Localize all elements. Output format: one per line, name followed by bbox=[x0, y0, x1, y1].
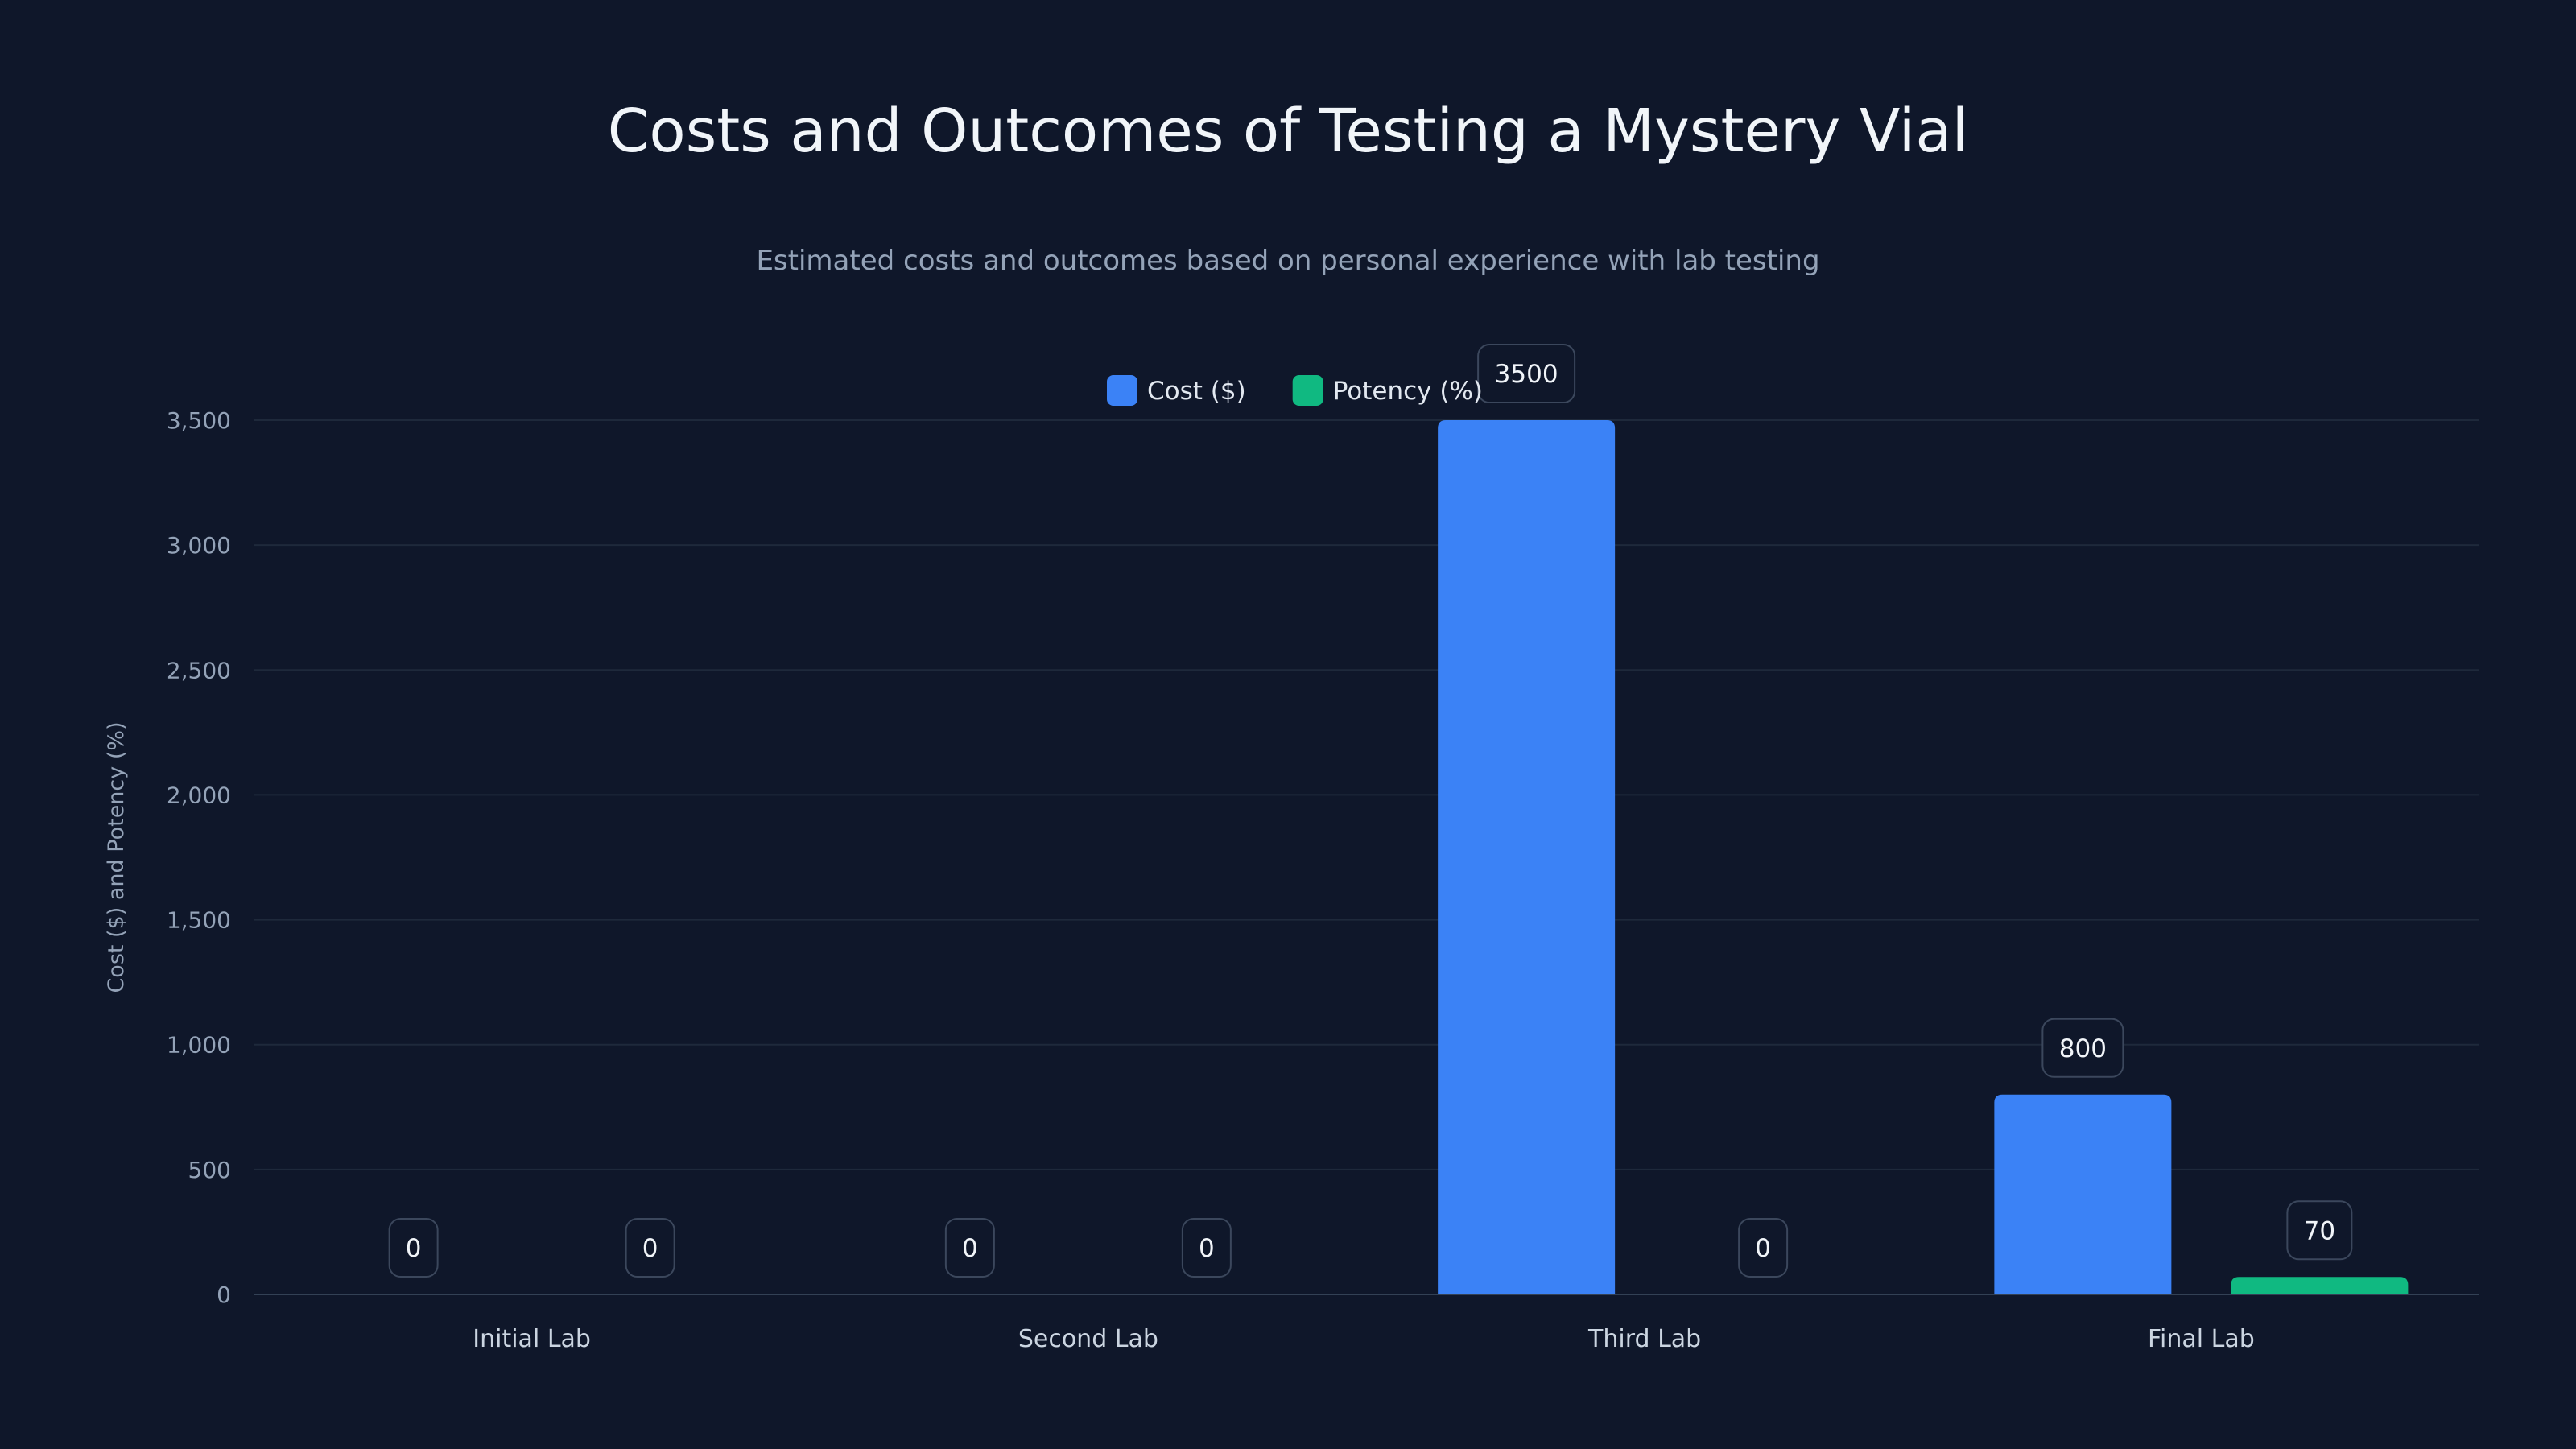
y-tick-label: 2,000 bbox=[167, 782, 231, 808]
legend-label: Cost ($) bbox=[1147, 377, 1246, 406]
data-label-value: 0 bbox=[406, 1234, 422, 1263]
y-tick-label: 1,000 bbox=[167, 1032, 231, 1059]
data-label-value: 3500 bbox=[1495, 360, 1558, 389]
data-label-value: 70 bbox=[2304, 1216, 2335, 1245]
x-category-label: Final Lab bbox=[2148, 1325, 2255, 1353]
data-label: 3500 bbox=[1477, 344, 1576, 403]
y-tick-label: 3,500 bbox=[167, 407, 231, 434]
legend-label: Potency (%) bbox=[1333, 377, 1483, 406]
data-label-value: 0 bbox=[1199, 1234, 1215, 1263]
legend: Cost ($) Potency (%) bbox=[1107, 375, 1483, 406]
legend-item: Cost ($) bbox=[1107, 375, 1246, 406]
legend-item: Potency (%) bbox=[1292, 375, 1483, 406]
x-category-label: Second Lab bbox=[1018, 1325, 1158, 1353]
data-label: 0 bbox=[1181, 1218, 1232, 1278]
x-category-label: Initial Lab bbox=[473, 1325, 591, 1353]
data-label-value: 0 bbox=[1755, 1234, 1771, 1263]
y-axis-title: Cost ($) and Potency (%) bbox=[104, 721, 129, 993]
bars bbox=[1438, 420, 2409, 1294]
data-label: 800 bbox=[2041, 1018, 2124, 1078]
y-tick-label: 0 bbox=[217, 1282, 231, 1308]
y-tick-label: 1,500 bbox=[167, 907, 231, 934]
data-label-value: 800 bbox=[2059, 1034, 2107, 1063]
data-label: 0 bbox=[1738, 1218, 1789, 1278]
y-tick-label: 500 bbox=[188, 1157, 231, 1183]
y-tick-label: 3,000 bbox=[167, 532, 231, 559]
bar-chart: 0 500 1,000 1,500 2,000 2,500 3,000 3,500 Cost … bbox=[104, 344, 2479, 1353]
data-label-value: 0 bbox=[642, 1234, 658, 1263]
data-label: 0 bbox=[944, 1218, 995, 1278]
bar bbox=[1994, 1094, 2172, 1294]
y-axis-ticks: 0 500 1,000 1,500 2,000 2,500 3,000 3,500 bbox=[167, 407, 231, 1308]
data-label: 0 bbox=[388, 1218, 439, 1278]
x-category-label: Third Lab bbox=[1587, 1325, 1701, 1353]
x-axis-categories: Initial Lab Second Lab Third Lab Final Lab bbox=[473, 1325, 2255, 1353]
data-label: 0 bbox=[625, 1218, 675, 1278]
data-label: 70 bbox=[2286, 1200, 2353, 1261]
bar bbox=[1438, 420, 1616, 1294]
legend-swatch bbox=[1107, 375, 1137, 406]
legend-swatch bbox=[1292, 375, 1323, 406]
data-label-value: 0 bbox=[962, 1234, 978, 1263]
bar bbox=[2231, 1277, 2409, 1294]
y-tick-label: 2,500 bbox=[167, 657, 231, 683]
